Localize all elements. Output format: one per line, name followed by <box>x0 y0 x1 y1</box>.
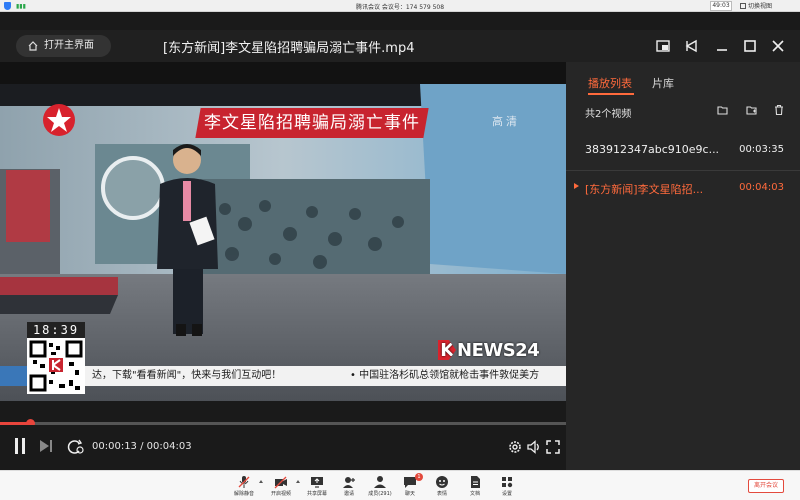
unmute-label: 解除静音 <box>233 491 254 497</box>
unmute-button[interactable]: 解除静音 <box>225 474 263 500</box>
playlist-item-duration: 00:03:35 <box>739 144 784 155</box>
switch-view-button[interactable]: 切换视图 <box>740 1 772 10</box>
time-separator: / <box>136 441 147 452</box>
settings-label: 设置 <box>501 491 512 497</box>
ticker-text-right: • 中国驻洛杉矶总领馆就枪击事件敦促美方 <box>350 370 540 381</box>
active-tab-indicator <box>588 93 634 95</box>
video-top-band <box>0 62 566 84</box>
news24-logo: K NEWS24 <box>438 340 540 361</box>
chat-badge: 1 <box>415 473 423 481</box>
current-time: 00:00:13 <box>92 441 137 452</box>
grid-icon <box>740 3 746 9</box>
meeting-toolbar: 解除静音 开启视频 共享屏幕 邀请 成员(291) 1 聊天 表情 文档 设置 … <box>0 470 800 500</box>
invite-icon <box>343 477 355 488</box>
minimize-icon[interactable] <box>714 38 730 54</box>
start-video-label: 开启视频 <box>270 491 291 497</box>
add-folder-icon[interactable] <box>746 104 758 116</box>
ticker-accent <box>0 366 27 386</box>
player-header: 打开主界面 [东方新闻]李文星陷招聘骗局溺亡事件.mp4 <box>0 30 800 62</box>
playlist-panel: 播放列表 片库 共2个视频 383912347abc910e9c... 00:0… <box>566 62 800 470</box>
members-icon <box>374 476 386 488</box>
start-video-button[interactable]: 开启视频 <box>262 474 300 500</box>
cast-icon[interactable] <box>684 38 700 54</box>
news-headline-banner: 李文星陷招聘骗局溺亡事件 <box>195 108 429 138</box>
settings-icon <box>502 477 513 488</box>
close-icon[interactable] <box>770 38 786 54</box>
playback-controls <box>0 425 566 470</box>
news24-k-mark: K <box>438 340 456 360</box>
playlist-item-playing[interactable]: [东方新闻]李文星陷招... 00:04:03 <box>566 168 800 208</box>
news-headline-text: 李文星陷招聘骗局溺亡事件 <box>204 113 420 133</box>
open-folder-icon[interactable] <box>717 104 729 116</box>
total-time: 00:04:03 <box>146 441 192 452</box>
meeting-title-bar: ▮▮▮ 腾讯会议 会议号：174 579 508 49:03 切换视图 <box>0 0 800 12</box>
loop-icon[interactable] <box>67 439 85 455</box>
settings-button[interactable]: 设置 <box>488 474 526 500</box>
leave-meeting-button[interactable]: 离开会议 <box>748 479 784 493</box>
emoji-icon <box>436 476 448 488</box>
home-icon <box>28 41 38 51</box>
time-display: 00:00:13 / 00:04:03 <box>92 441 192 452</box>
video-count: 共2个视频 <box>585 109 632 120</box>
trash-icon[interactable] <box>773 104 785 116</box>
playlist-item-name: [东方新闻]李文星陷招... <box>585 183 704 196</box>
share-screen-icon <box>311 477 323 488</box>
picture-in-picture-icon[interactable] <box>655 38 671 54</box>
pause-icon[interactable] <box>12 437 28 455</box>
playlist-item-duration: 00:04:03 <box>739 182 784 193</box>
fullscreen-icon[interactable] <box>546 440 560 454</box>
open-home-label: 打开主界面 <box>44 40 94 51</box>
tab-library[interactable]: 片库 <box>652 75 674 91</box>
playlist-item[interactable]: 383912347abc910e9c... 00:03:35 <box>566 130 800 170</box>
switch-view-label: 切换视图 <box>748 3 773 10</box>
tab-playlist[interactable]: 播放列表 <box>588 75 632 91</box>
mic-muted-icon <box>238 476 250 488</box>
file-title: [东方新闻]李文星陷招聘骗局溺亡事件.mp4 <box>163 41 415 56</box>
open-home-button[interactable]: 打开主界面 <box>16 35 111 57</box>
hd-label: 高清 <box>492 115 520 128</box>
document-icon <box>471 476 480 488</box>
qr-code <box>27 338 85 394</box>
playlist-item-name: 383912347abc910e9c... <box>585 143 720 156</box>
next-icon[interactable] <box>38 439 54 453</box>
camera-off-icon <box>274 476 287 489</box>
settings-gear-icon[interactable] <box>508 440 522 454</box>
volume-icon[interactable] <box>527 440 541 454</box>
news24-logo-text: NEWS24 <box>457 340 540 361</box>
meeting-info: 腾讯会议 会议号：174 579 508 <box>355 4 445 11</box>
maximize-icon[interactable] <box>742 38 758 54</box>
ticker-text-left: 达，下载"看看新闻"，快来与我们互动吧！ <box>92 370 282 381</box>
meeting-timer: 49:03 <box>710 1 732 11</box>
broadcast-clock: 18:39 <box>27 322 85 338</box>
now-playing-icon <box>574 183 579 189</box>
